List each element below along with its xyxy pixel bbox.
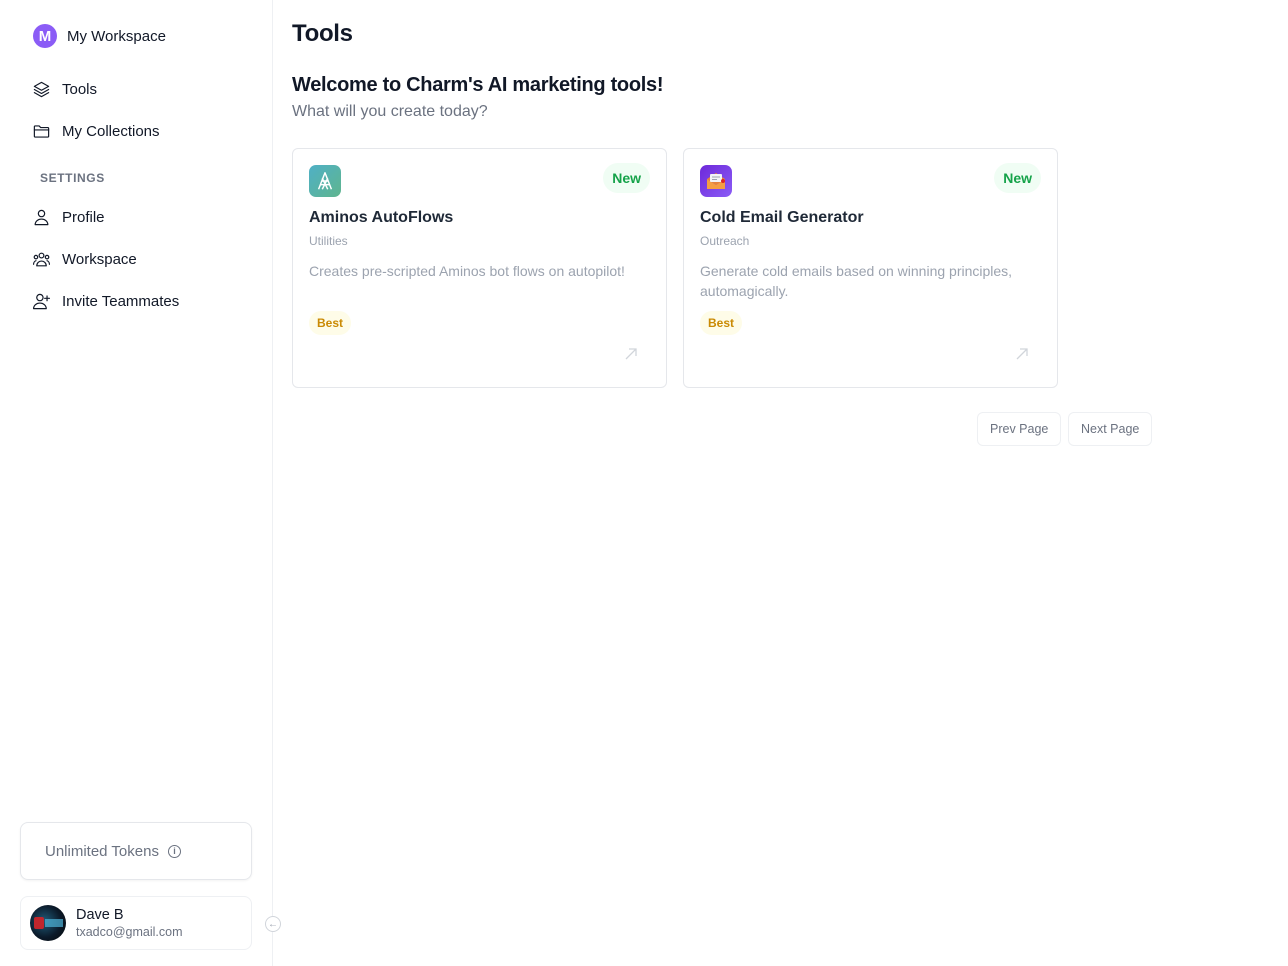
next-page-button[interactable]: Next Page xyxy=(1068,412,1153,446)
best-badge: Best xyxy=(309,311,352,335)
card-description: Creates pre-scripted Aminos bot flows on… xyxy=(309,263,625,279)
arrow-left-circle-icon: ← xyxy=(268,918,278,930)
card-title: Aminos AutoFlows xyxy=(309,209,454,226)
tool-card-cold-email-generator[interactable]: New Cold Email Generator Outreach Genera… xyxy=(683,148,1058,388)
tokens-label: Unlimited Tokens xyxy=(45,842,159,860)
sidebar-item-label: Tools xyxy=(62,81,98,98)
sidebar-item-label: Invite Teammates xyxy=(62,293,180,310)
card-description: Generate cold emails based on winning pr… xyxy=(700,263,1013,299)
workspace-switcher[interactable]: M My Workspace xyxy=(33,24,166,48)
welcome-heading: Welcome to Charm's AI marketing tools! xyxy=(292,74,664,96)
collapse-sidebar-button[interactable]: ← xyxy=(265,916,281,932)
layers-icon xyxy=(33,81,50,98)
workspace-name: My Workspace xyxy=(67,27,166,45)
sidebar-item-collections[interactable]: My Collections xyxy=(32,122,160,141)
card-category: Outreach xyxy=(700,234,750,248)
page-title: Tools xyxy=(292,20,353,47)
new-badge: New xyxy=(994,163,1041,193)
new-badge: New xyxy=(603,163,650,193)
email-envelope-icon xyxy=(700,165,732,197)
sidebar: M My Workspace Tools My Collections SETT… xyxy=(0,0,273,966)
best-badge: Best xyxy=(700,311,743,335)
sidebar-item-label: My Collections xyxy=(62,123,160,140)
avatar xyxy=(30,905,66,941)
folder-icon xyxy=(33,125,50,138)
workspace-avatar: M xyxy=(33,24,57,48)
user-name: Dave B xyxy=(76,907,124,923)
sidebar-item-label: Profile xyxy=(62,209,105,226)
tool-card-aminos-autoflows[interactable]: New Aminos AutoFlows Utilities Creates p… xyxy=(292,148,667,388)
card-category: Utilities xyxy=(309,234,348,248)
sidebar-item-tools[interactable]: Tools xyxy=(32,80,97,99)
tokens-indicator: Unlimited Tokens i xyxy=(20,822,252,880)
sidebar-item-profile[interactable]: Profile xyxy=(32,208,105,227)
users-icon xyxy=(32,252,51,267)
user-profile-card[interactable]: Dave B txadco@gmail.com xyxy=(20,896,252,950)
user-email: txadco@gmail.com xyxy=(76,925,183,939)
settings-section-label: SETTINGS xyxy=(40,171,105,185)
aminos-logo-icon xyxy=(309,165,341,197)
sidebar-item-label: Workspace xyxy=(62,251,137,268)
card-title: Cold Email Generator xyxy=(700,209,864,226)
user-icon xyxy=(34,209,49,226)
user-plus-icon xyxy=(32,293,51,310)
info-icon[interactable]: i xyxy=(167,844,181,858)
prev-page-button[interactable]: Prev Page xyxy=(977,412,1062,446)
welcome-subtitle: What will you create today? xyxy=(292,103,488,120)
arrow-up-right-icon[interactable] xyxy=(1015,347,1029,361)
sidebar-item-workspace[interactable]: Workspace xyxy=(32,250,137,269)
sidebar-item-invite[interactable]: Invite Teammates xyxy=(32,292,179,311)
arrow-up-right-icon[interactable] xyxy=(624,347,638,361)
